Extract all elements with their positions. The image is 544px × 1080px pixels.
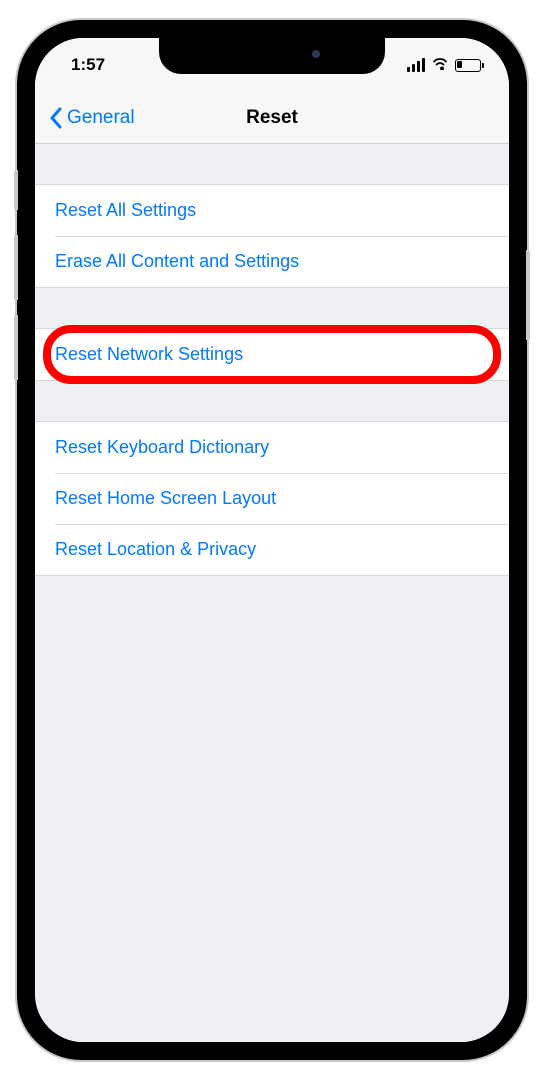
- wifi-icon: [431, 56, 449, 75]
- reset-keyboard-dictionary[interactable]: Reset Keyboard Dictionary: [35, 422, 509, 473]
- row-label: Erase All Content and Settings: [55, 251, 299, 272]
- reset-location-and-privacy[interactable]: Reset Location & Privacy: [35, 524, 509, 575]
- page-title: Reset: [246, 107, 298, 129]
- screen: 1:57: [35, 38, 509, 1042]
- back-label: General: [67, 107, 135, 129]
- reset-network-settings[interactable]: Reset Network Settings: [35, 329, 509, 380]
- erase-all-content-and-settings[interactable]: Erase All Content and Settings: [35, 236, 509, 287]
- notch: [159, 38, 385, 74]
- phone-frame: 1:57: [17, 20, 527, 1060]
- chevron-left-icon: [49, 107, 63, 129]
- group-2: Reset Network Settings: [35, 328, 509, 381]
- row-label: Reset All Settings: [55, 200, 196, 221]
- cellular-signal-icon: [407, 58, 425, 72]
- row-label: Reset Home Screen Layout: [55, 488, 276, 509]
- battery-icon: [455, 59, 481, 72]
- status-time: 1:57: [71, 55, 105, 75]
- content: Reset All Settings Erase All Content and…: [35, 184, 509, 1042]
- row-label: Reset Keyboard Dictionary: [55, 437, 269, 458]
- group-3: Reset Keyboard Dictionary Reset Home Scr…: [35, 421, 509, 576]
- row-label: Reset Network Settings: [55, 344, 243, 365]
- nav-bar: General Reset: [35, 92, 509, 144]
- row-label: Reset Location & Privacy: [55, 539, 256, 560]
- group-1: Reset All Settings Erase All Content and…: [35, 184, 509, 288]
- back-button[interactable]: General: [49, 107, 135, 129]
- reset-all-settings[interactable]: Reset All Settings: [35, 185, 509, 236]
- reset-home-screen-layout[interactable]: Reset Home Screen Layout: [35, 473, 509, 524]
